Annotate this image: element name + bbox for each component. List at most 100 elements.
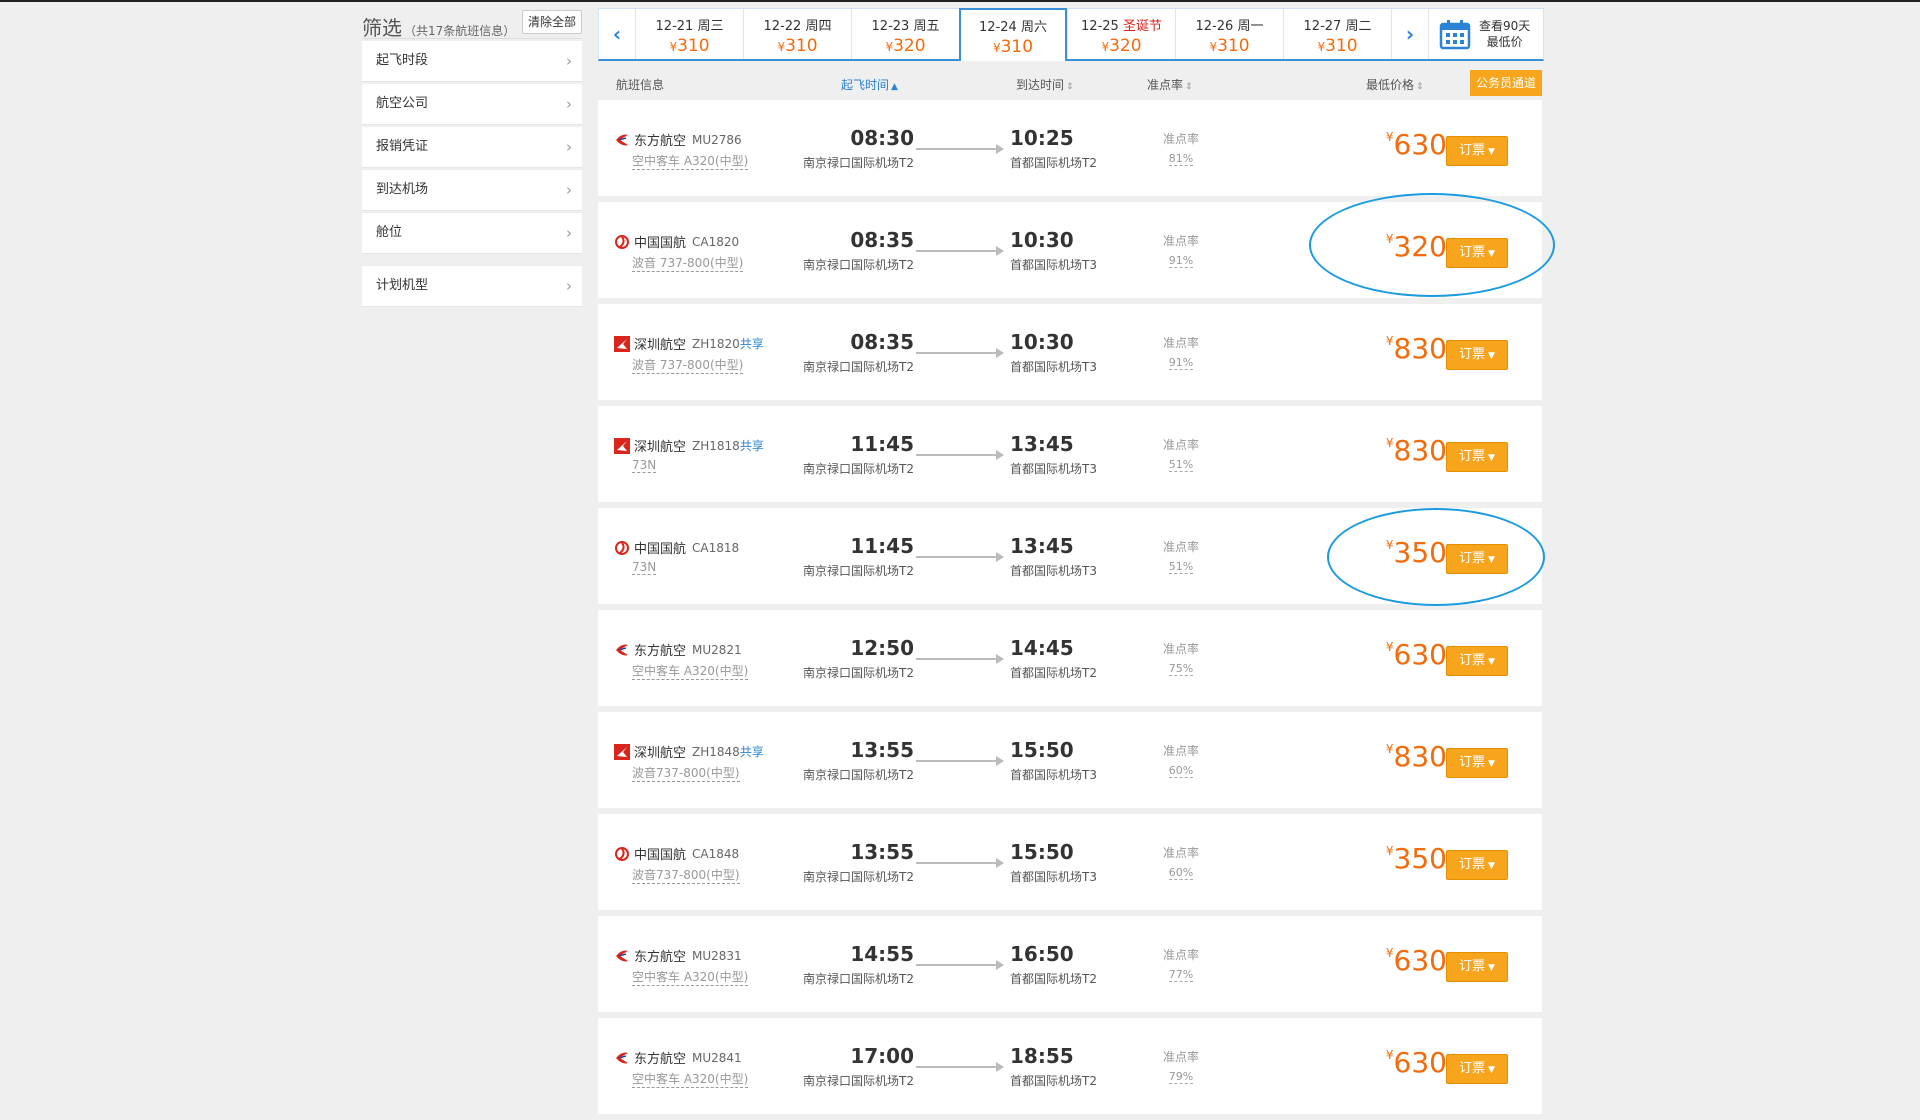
lowest-price: ¥630起: [1354, 944, 1458, 977]
ontime-rate[interactable]: 79%: [1168, 1070, 1194, 1084]
highlight-circle: [1309, 193, 1555, 297]
aircraft-type[interactable]: 73N: [632, 560, 657, 575]
price-value: 630: [1393, 128, 1447, 161]
arrival-airport: 首都国际机场T3: [1010, 768, 1097, 782]
ontime-rate[interactable]: 51%: [1168, 458, 1194, 472]
codeshare-label[interactable]: 共享: [740, 743, 764, 760]
aircraft-type[interactable]: 波音737-800(中型): [632, 764, 740, 782]
filter-item[interactable]: 报销凭证 ›: [362, 127, 582, 168]
price-value: 830: [1393, 434, 1447, 467]
book-button[interactable]: 订票 ▼: [1446, 850, 1508, 880]
airline-name: 深圳航空: [634, 338, 687, 353]
filter-item[interactable]: 到达机场 ›: [362, 170, 582, 211]
caret-down-icon: ▼: [1488, 351, 1495, 361]
ontime-rate[interactable]: 81%: [1168, 152, 1194, 166]
date-tab[interactable]: 12-24 周六 ¥310: [959, 8, 1067, 61]
book-label: 订票: [1459, 1061, 1486, 1076]
book-label: 订票: [1459, 959, 1486, 974]
shenzhen-airlines-logo-icon: [614, 335, 630, 352]
aircraft-type[interactable]: 空中客车 A320(中型): [632, 968, 749, 986]
ontime-label: 准点率: [1162, 438, 1199, 452]
arrival-info: 10:30 首都国际机场T3: [1010, 228, 1150, 273]
chevron-right-icon: ›: [566, 277, 572, 295]
arrival-time: 10:30: [1010, 330, 1074, 354]
filter-item-label: 起飞时段: [376, 53, 429, 68]
header-flight-info: 航班信息: [616, 78, 665, 92]
departure-info: 08:35 南京禄口国际机场T2: [794, 228, 914, 273]
price-value: 310: [1325, 36, 1358, 56]
sort-dep-time[interactable]: 起飞时间 ▲: [841, 76, 898, 93]
codeshare-label[interactable]: 共享: [740, 335, 764, 352]
filter-count: （共17条航班信息）: [404, 24, 516, 38]
departure-time: 13:55: [850, 738, 914, 762]
chevron-left-icon: ‹: [612, 22, 622, 46]
book-button[interactable]: 订票 ▼: [1446, 442, 1508, 472]
airline-name: 东方航空: [634, 1052, 687, 1067]
filter-item[interactable]: 计划机型 ›: [362, 266, 582, 307]
price-value: 830: [1393, 332, 1447, 365]
aircraft-type[interactable]: 波音737-800(中型): [632, 866, 740, 884]
ontime-rate[interactable]: 91%: [1168, 254, 1194, 268]
date-tab[interactable]: 12-22 周四 ¥310: [743, 9, 851, 59]
clear-all-button[interactable]: 清除全部: [521, 10, 582, 34]
filter-header: 筛选 （共17条航班信息） 清除全部: [362, 8, 582, 40]
sort-ontime[interactable]: 准点率 ⇕: [1147, 76, 1193, 93]
flight-number: MU2841: [692, 1050, 742, 1065]
date-tab[interactable]: 12-26 周一 ¥310: [1175, 9, 1283, 59]
book-label: 订票: [1459, 449, 1486, 464]
highlight-circle: [1327, 508, 1545, 606]
arrow-right-icon: [916, 654, 1004, 664]
ontime-rate[interactable]: 51%: [1168, 560, 1194, 574]
arrow-right-icon: [916, 450, 1004, 460]
currency-symbol: ¥: [1209, 40, 1218, 54]
flight-number: MU2831: [692, 948, 742, 963]
date-tab[interactable]: 12-27 周二 ¥310: [1283, 9, 1391, 59]
calendar-lowest-price-button[interactable]: 查看90天 最低价: [1428, 9, 1540, 59]
prev-dates-button[interactable]: ‹: [599, 9, 635, 59]
ontime-rate[interactable]: 75%: [1168, 662, 1194, 676]
official-channel-button[interactable]: 公务员通道: [1470, 70, 1542, 96]
date-tab[interactable]: 12-21 周三 ¥310: [635, 9, 743, 59]
chevron-right-icon: ›: [566, 224, 572, 242]
flight-row: 东方航空 MU2821 空中客车 A320(中型) 12:50 南京禄口国际机场T2 14…: [598, 610, 1542, 706]
date-tab[interactable]: 12-25 圣诞节 ¥320: [1067, 9, 1175, 59]
lowest-price: ¥830起: [1354, 740, 1458, 773]
price-value: 320: [893, 36, 926, 56]
next-dates-button[interactable]: ›: [1391, 9, 1428, 59]
filter-item[interactable]: 起飞时段 ›: [362, 41, 582, 82]
aircraft-type[interactable]: 空中客车 A320(中型): [632, 152, 749, 170]
aircraft-type[interactable]: 空中客车 A320(中型): [632, 662, 749, 680]
ontime-rate[interactable]: 91%: [1168, 356, 1194, 370]
sort-price[interactable]: 最低价格 ⇕: [1366, 76, 1424, 93]
ontime-pct-wrap: 75%: [1154, 657, 1208, 676]
airline-info: 深圳航空 ZH1820 共享: [614, 334, 764, 353]
aircraft-type[interactable]: 波音 737-800(中型): [632, 254, 744, 272]
date-tab[interactable]: 12-23 周五 ¥320: [851, 9, 959, 59]
book-button[interactable]: 订票 ▼: [1446, 748, 1508, 778]
departure-info: 08:35 南京禄口国际机场T2: [794, 330, 914, 375]
book-button[interactable]: 订票 ▼: [1446, 952, 1508, 982]
ontime-rate[interactable]: 60%: [1168, 764, 1194, 778]
aircraft-type[interactable]: 73N: [632, 458, 657, 473]
ontime-rate[interactable]: 60%: [1168, 866, 1194, 880]
book-button[interactable]: 订票 ▼: [1446, 136, 1508, 166]
sort-arr-time[interactable]: 到达时间 ⇕: [1016, 76, 1074, 93]
codeshare-label[interactable]: 共享: [740, 437, 764, 454]
date-price: ¥310: [636, 36, 743, 56]
arrival-info: 15:50 首都国际机场T3: [1010, 738, 1150, 783]
ontime-pct-wrap: 91%: [1154, 351, 1208, 370]
china-eastern-logo-icon: [616, 950, 628, 961]
departure-time: 11:45: [850, 534, 914, 558]
aircraft-type[interactable]: 空中客车 A320(中型): [632, 1070, 749, 1088]
filter-item[interactable]: 航空公司 ›: [362, 84, 582, 125]
airline-info: 东方航空 MU2841: [614, 1048, 742, 1067]
flight-number: CA1848: [692, 846, 740, 861]
book-button[interactable]: 订票 ▼: [1446, 340, 1508, 370]
ontime-rate[interactable]: 77%: [1168, 968, 1194, 982]
date-text: 12-22 周四: [763, 19, 832, 34]
departure-time: 08:35: [850, 330, 914, 354]
book-button[interactable]: 订票 ▼: [1446, 646, 1508, 676]
date-cells: 12-21 周三 ¥310 12-22 周四 ¥310 12-23 周五 ¥320 12-2…: [635, 8, 1391, 61]
aircraft-type[interactable]: 波音 737-800(中型): [632, 356, 744, 374]
filter-item[interactable]: 舱位 ›: [362, 213, 582, 254]
